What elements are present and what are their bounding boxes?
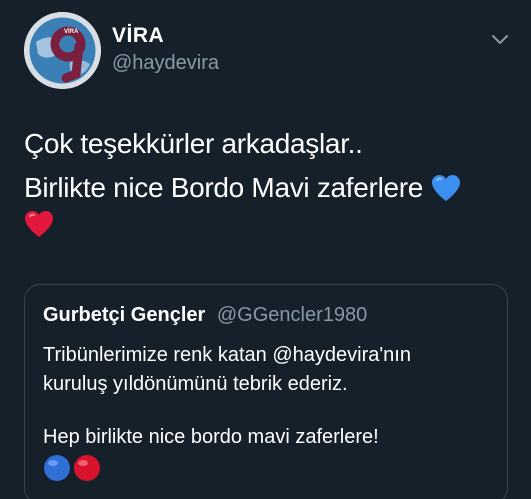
quote-header: Gurbetçi Gençler @GGencler1980 — [43, 303, 367, 327]
tweet: VİRA VİRA @haydevira Çok teşekkürler ark… — [0, 0, 531, 499]
tweet-line-3 — [24, 210, 514, 238]
chevron-down-icon[interactable] — [489, 28, 511, 50]
blue-heart-icon — [432, 175, 461, 201]
quote-display-name: Gurbetçi Gençler — [43, 304, 206, 326]
quote-line-1: Tribünlerimize renk katan @haydevira'nın — [43, 344, 411, 366]
quote-text: Tribünlerimize renk katan @haydevira'nın… — [43, 341, 493, 482]
quote-line-2: kuruluş yıldönümünü tebrik ederiz. — [43, 373, 348, 395]
tweet-line-2-text: Birlikte nice Bordo Mavi zaferlere — [24, 172, 424, 203]
red-heart-icon — [25, 211, 53, 237]
svg-text:VİRA: VİRA — [64, 28, 79, 35]
quoted-tweet[interactable]: Gurbetçi Gençler @GGencler1980 Tribünler… — [24, 284, 508, 499]
avatar[interactable]: VİRA — [24, 12, 101, 89]
quote-handle: @GGencler1980 — [216, 304, 368, 326]
quote-emojis — [43, 454, 493, 482]
tweet-line-2: Birlikte nice Bordo Mavi zaferlere — [24, 166, 514, 210]
tweet-text: Çok teşekkürler arkadaşlar.. Birlikte ni… — [24, 122, 514, 238]
quote-line-3: Hep birlikte nice bordo mavi zaferlere! — [43, 426, 379, 448]
red-circle-icon — [74, 455, 100, 481]
tweet-header: VİRA VİRA @haydevira — [24, 12, 515, 92]
tweet-line-1: Çok teşekkürler arkadaşlar.. — [24, 128, 363, 159]
vira-logo-avatar: VİRA — [24, 12, 101, 89]
display-name[interactable]: VİRA — [112, 24, 219, 48]
blue-circle-icon — [44, 455, 70, 481]
user-handle[interactable]: @haydevira — [112, 50, 219, 76]
author-names: VİRA @haydevira — [112, 24, 219, 76]
